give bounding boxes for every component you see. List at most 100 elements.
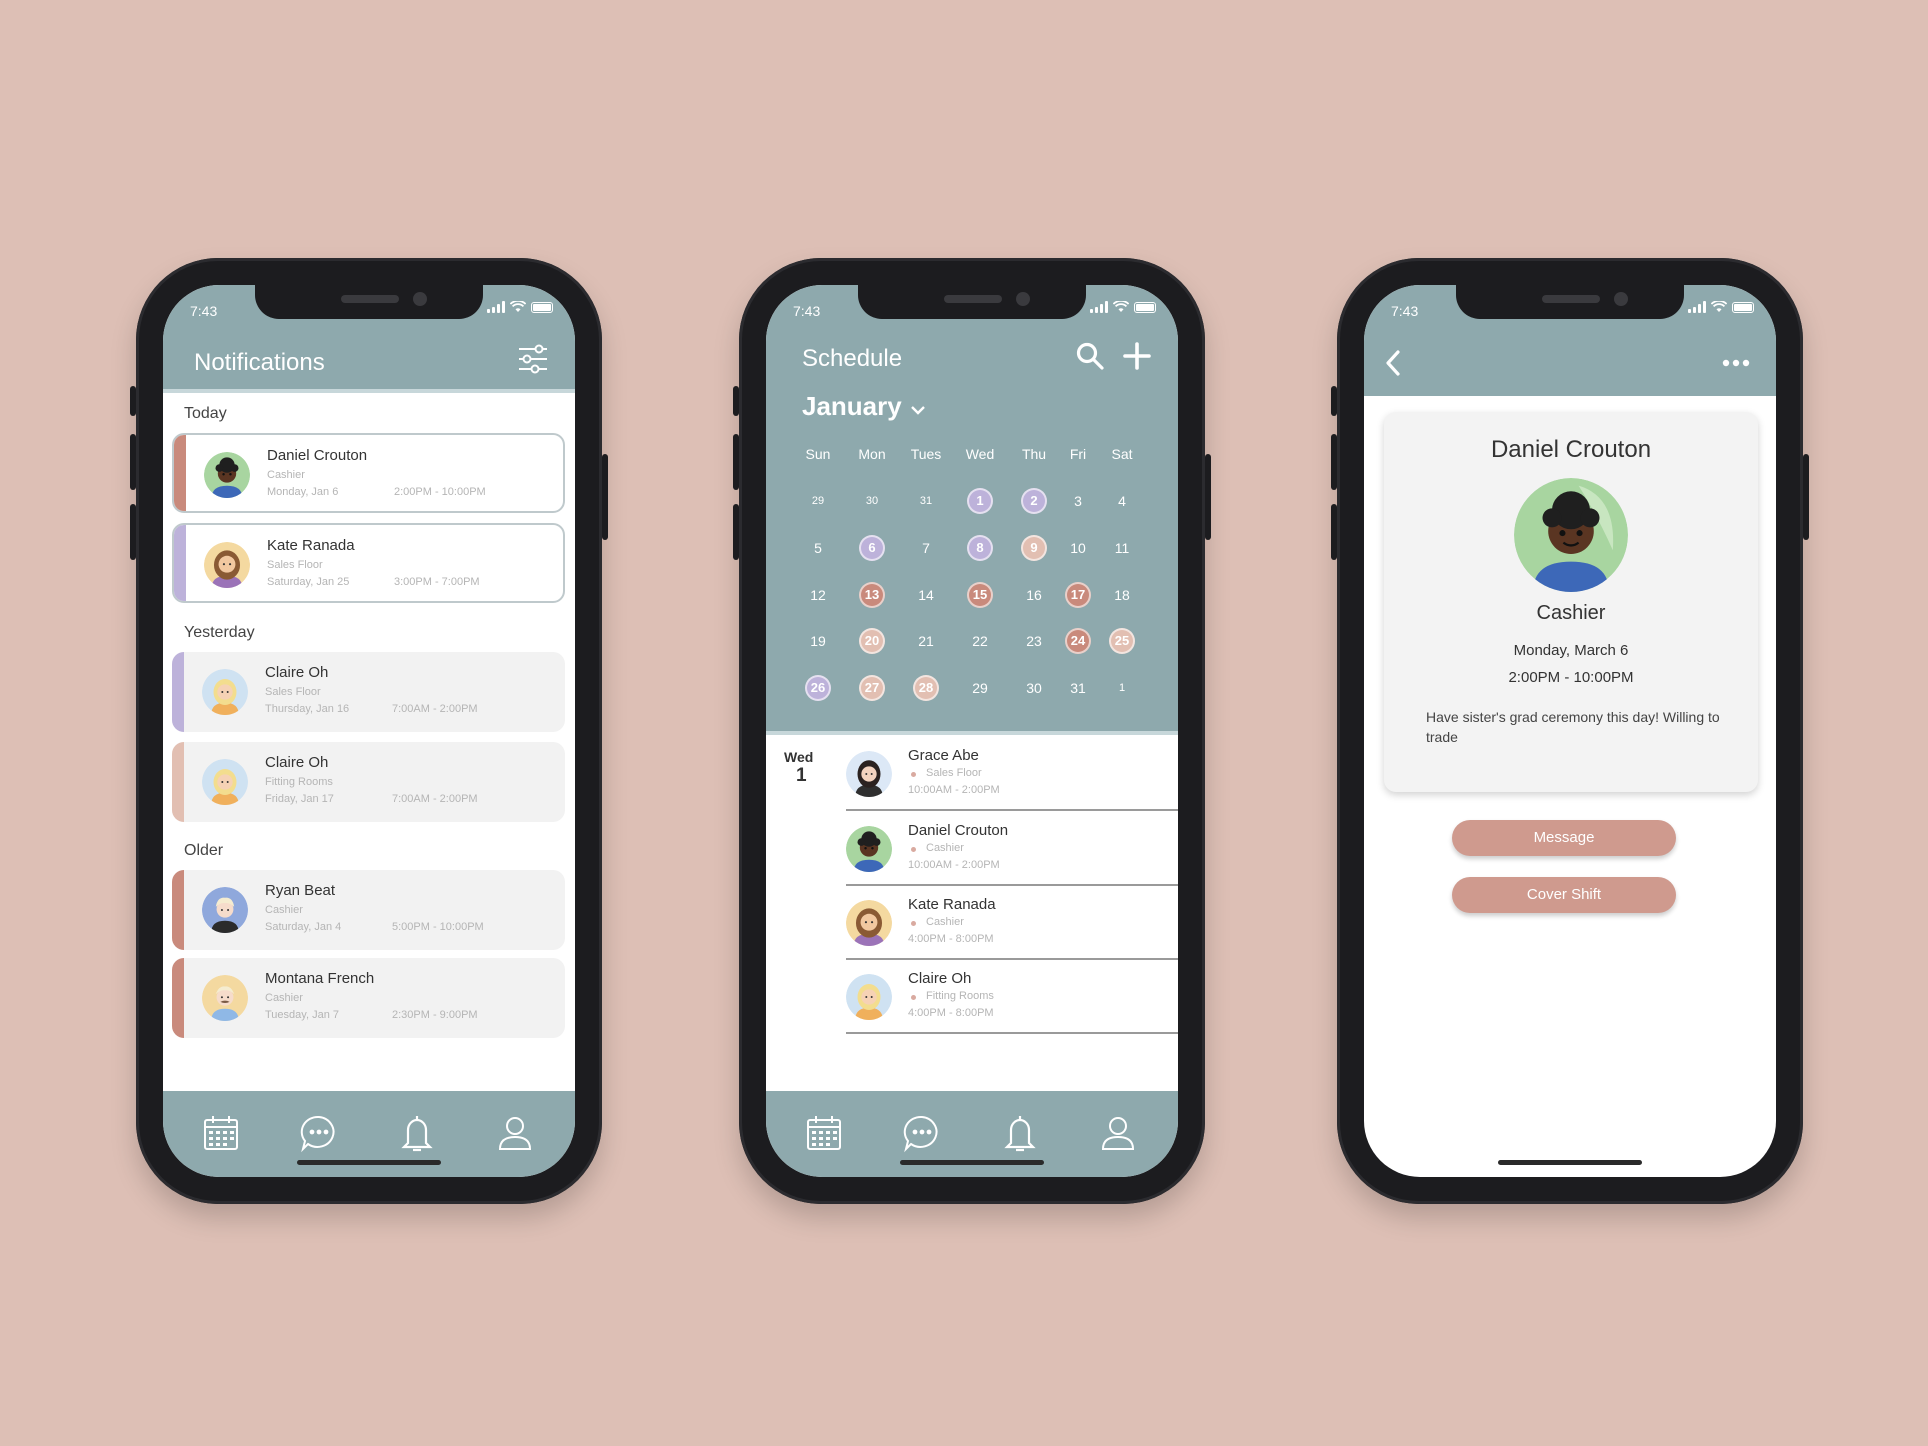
calendar-day[interactable]: 30 xyxy=(1021,675,1047,701)
role-dot xyxy=(911,772,916,777)
employee-name: Montana French xyxy=(265,970,375,987)
calendar-day[interactable]: 19 xyxy=(805,628,831,654)
color-bar xyxy=(174,525,186,601)
shift-row[interactable]: Grace Abe Sales Floor 10:00AM - 2:00PM xyxy=(846,737,1178,811)
tab-calendar[interactable] xyxy=(804,1113,844,1153)
tab-profile[interactable] xyxy=(1098,1113,1138,1153)
color-bar xyxy=(172,870,184,950)
calendar-day[interactable]: 17 xyxy=(1065,582,1091,608)
shift-hours: 3:00PM - 7:00PM xyxy=(394,576,480,588)
cover-shift-button[interactable]: Cover Shift xyxy=(1452,877,1676,913)
profile-icon xyxy=(498,1117,532,1150)
calendar-day[interactable]: 28 xyxy=(913,675,939,701)
tab-messages[interactable] xyxy=(299,1113,339,1153)
employee-name: Kate Ranada xyxy=(908,896,996,913)
side-button xyxy=(130,434,136,490)
selected-day-number: 1 xyxy=(796,765,807,786)
role-dot xyxy=(911,995,916,1000)
notch xyxy=(1456,285,1684,319)
calendar-day[interactable]: 11 xyxy=(1109,535,1135,561)
calendar-day[interactable]: 23 xyxy=(1021,628,1047,654)
page-title: Notifications xyxy=(194,349,325,376)
color-bar xyxy=(172,652,184,732)
calendar-day[interactable]: 30 xyxy=(859,488,885,514)
color-bar xyxy=(172,742,184,822)
weekday-label: Sat xyxy=(1111,446,1133,462)
tab-notifications[interactable] xyxy=(397,1113,437,1153)
notification-card[interactable]: Claire Oh Fitting Rooms Friday, Jan 17 7… xyxy=(172,742,565,822)
calendar-day[interactable]: 4 xyxy=(1109,488,1135,514)
bell-icon xyxy=(401,1116,433,1152)
month-selector[interactable]: January xyxy=(802,391,902,422)
tab-notifications[interactable] xyxy=(1000,1113,1040,1153)
side-button xyxy=(602,454,608,540)
calendar-day[interactable]: 15 xyxy=(967,582,993,608)
section-yesterday: Yesterday xyxy=(184,624,255,641)
chevron-down-icon[interactable] xyxy=(910,405,926,415)
calendar-day[interactable]: 9 xyxy=(1021,535,1047,561)
shift-date: Saturday, Jan 4 xyxy=(265,921,342,933)
battery-icon xyxy=(531,301,553,313)
calendar-day[interactable]: 14 xyxy=(913,582,939,608)
notification-card[interactable]: Montana French Cashier Tuesday, Jan 7 2:… xyxy=(172,958,565,1038)
calendar-day[interactable]: 2 xyxy=(1021,488,1047,514)
calendar-icon xyxy=(204,1116,238,1150)
calendar-day[interactable]: 16 xyxy=(1021,582,1047,608)
message-button[interactable]: Message xyxy=(1452,820,1676,856)
shift-hours: 4:00PM - 8:00PM xyxy=(908,933,994,945)
calendar-day[interactable]: 10 xyxy=(1065,535,1091,561)
calendar-day[interactable]: 8 xyxy=(967,535,993,561)
add-icon[interactable] xyxy=(1122,341,1152,371)
calendar-day[interactable]: 25 xyxy=(1109,628,1135,654)
search-icon[interactable] xyxy=(1075,341,1105,371)
phone-notifications: 7:43 Notifications Today Daniel Crouton xyxy=(130,258,608,1204)
tab-calendar[interactable] xyxy=(201,1113,241,1153)
calendar-day[interactable]: 27 xyxy=(859,675,885,701)
status-time: 7:43 xyxy=(1391,303,1419,319)
calendar-day[interactable]: 7 xyxy=(913,535,939,561)
calendar-day[interactable]: 20 xyxy=(859,628,885,654)
calendar-day[interactable]: 13 xyxy=(859,582,885,608)
role-dot xyxy=(911,921,916,926)
phone-schedule: 7:43 Schedule January Sun Mon Tues Wed T… xyxy=(733,258,1211,1204)
shift-date: Monday, March 6 xyxy=(1513,642,1629,659)
calendar-day[interactable]: 1 xyxy=(967,488,993,514)
tab-messages[interactable] xyxy=(902,1113,942,1153)
screen: 7:43 Notifications Today Daniel Crouton xyxy=(163,285,575,1177)
employee-role: Fitting Rooms xyxy=(265,776,333,788)
notification-card[interactable]: Claire Oh Sales Floor Thursday, Jan 16 7… xyxy=(172,652,565,732)
side-button xyxy=(733,434,739,490)
avatar xyxy=(204,542,250,588)
filter-icon[interactable] xyxy=(517,343,549,375)
calendar-day[interactable]: 21 xyxy=(913,628,939,654)
back-icon[interactable] xyxy=(1384,349,1402,377)
tab-profile[interactable] xyxy=(495,1113,535,1153)
calendar-day[interactable]: 24 xyxy=(1065,628,1091,654)
more-icon[interactable] xyxy=(1722,359,1750,367)
calendar-day[interactable]: 31 xyxy=(913,488,939,514)
calendar-day[interactable]: 18 xyxy=(1109,582,1135,608)
avatar xyxy=(202,887,248,933)
shift-row[interactable]: Daniel Crouton Cashier 10:00AM - 2:00PM xyxy=(846,812,1178,886)
calendar-day[interactable]: 3 xyxy=(1065,488,1091,514)
calendar-day[interactable]: 26 xyxy=(805,675,831,701)
notification-card[interactable]: Ryan Beat Cashier Saturday, Jan 4 5:00PM… xyxy=(172,870,565,950)
schedule-header: Schedule January Sun Mon Tues Wed Thu Fr… xyxy=(766,285,1178,733)
color-bar xyxy=(172,958,184,1038)
avatar xyxy=(1514,478,1628,592)
calendar-day[interactable]: 22 xyxy=(967,628,993,654)
shift-row[interactable]: Claire Oh Fitting Rooms 4:00PM - 8:00PM xyxy=(846,960,1178,1034)
employee-name: Kate Ranada xyxy=(267,537,355,554)
shift-row[interactable]: Kate Ranada Cashier 4:00PM - 8:00PM xyxy=(846,886,1178,960)
calendar-day[interactable]: 1 xyxy=(1109,675,1135,701)
avatar xyxy=(204,452,250,498)
side-button xyxy=(1205,454,1211,540)
notification-card[interactable]: Kate Ranada Sales Floor Saturday, Jan 25… xyxy=(172,523,565,603)
calendar-day[interactable]: 12 xyxy=(805,582,831,608)
calendar-day[interactable]: 29 xyxy=(967,675,993,701)
calendar-day[interactable]: 29 xyxy=(805,488,831,514)
calendar-day[interactable]: 6 xyxy=(859,535,885,561)
calendar-day[interactable]: 5 xyxy=(805,535,831,561)
calendar-day[interactable]: 31 xyxy=(1065,675,1091,701)
notification-card[interactable]: Daniel Crouton Cashier Monday, Jan 6 2:0… xyxy=(172,433,565,513)
